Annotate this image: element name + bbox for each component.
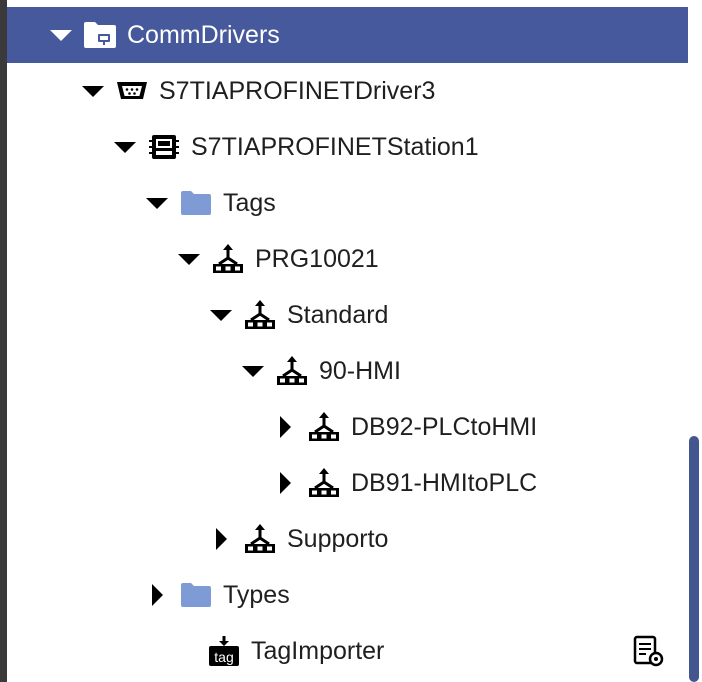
tree-item-tagimporter[interactable]: tag TagImporter xyxy=(7,623,688,679)
folder-icon xyxy=(179,186,213,220)
tree-item-label: Standard xyxy=(287,300,389,329)
tree-item-label: S7TIAPROFINETDriver3 xyxy=(159,76,436,105)
expand-toggle[interactable] xyxy=(175,245,203,273)
tree-item-commdrivers[interactable]: CommDrivers xyxy=(7,7,688,63)
network-tree-icon xyxy=(243,298,277,332)
tree-item-driver[interactable]: S7TIAPROFINETDriver3 xyxy=(7,63,688,119)
caret-down-icon xyxy=(146,198,168,209)
tree-item-station[interactable]: S7TIAPROFINETStation1 xyxy=(7,119,688,175)
tree-item-label: S7TIAPROFINETStation1 xyxy=(191,132,479,161)
tree-item-90-hmi[interactable]: 90-HMI xyxy=(7,343,688,399)
network-tree-icon xyxy=(307,410,341,444)
tree-item-label: 90-HMI xyxy=(319,356,401,385)
serial-port-icon xyxy=(115,74,149,108)
vertical-scrollbar[interactable] xyxy=(688,0,702,682)
tree-item-types[interactable]: Types xyxy=(7,567,688,623)
caret-down-icon xyxy=(242,366,264,377)
scrollbar-thumb[interactable] xyxy=(689,436,699,682)
tag-badge-text: tag xyxy=(214,649,233,665)
network-tree-icon xyxy=(243,522,277,556)
caret-right-icon xyxy=(216,528,227,550)
tree-item-label: DB92-PLCtoHMI xyxy=(351,412,538,441)
caret-down-icon xyxy=(114,142,136,153)
expand-toggle[interactable] xyxy=(271,413,299,441)
tree-item-label: Tags xyxy=(223,188,276,217)
expand-toggle[interactable] xyxy=(271,469,299,497)
caret-right-icon xyxy=(152,584,163,606)
tree-item-label: TagImporter xyxy=(251,636,385,665)
network-tree-icon xyxy=(211,242,245,276)
panel-left-border xyxy=(0,0,7,682)
tree-item-label: PRG10021 xyxy=(255,244,379,273)
expand-toggle[interactable] xyxy=(47,21,75,49)
caret-right-icon xyxy=(280,416,291,438)
expand-toggle[interactable] xyxy=(207,301,235,329)
caret-down-icon xyxy=(50,30,72,41)
caret-right-icon xyxy=(280,472,291,494)
tree-item-db92[interactable]: DB92-PLCtoHMI xyxy=(7,399,688,455)
document-settings-icon[interactable] xyxy=(632,635,664,667)
expand-toggle[interactable] xyxy=(239,357,267,385)
no-toggle-spacer xyxy=(171,637,199,665)
expand-toggle[interactable] xyxy=(207,525,235,553)
tree-item-standard[interactable]: Standard xyxy=(7,287,688,343)
tag-importer-icon: tag xyxy=(207,634,241,668)
tree-item-db91[interactable]: DB91-HMItoPLC xyxy=(7,455,688,511)
expand-toggle[interactable] xyxy=(143,189,171,217)
network-tree-icon xyxy=(307,466,341,500)
folder-icon xyxy=(179,578,213,612)
expand-toggle[interactable] xyxy=(143,581,171,609)
tree-item-prg10021[interactable]: PRG10021 xyxy=(7,231,688,287)
tree-item-supporto[interactable]: Supporto xyxy=(7,511,688,567)
tree-item-label: CommDrivers xyxy=(127,20,280,49)
tree-item-label: Types xyxy=(223,580,290,609)
tree-item-tags[interactable]: Tags xyxy=(7,175,688,231)
network-tree-icon xyxy=(275,354,309,388)
plc-station-icon xyxy=(147,130,181,164)
tree-item-label: Supporto xyxy=(287,524,389,553)
folder-network-icon xyxy=(83,18,117,52)
expand-toggle[interactable] xyxy=(79,77,107,105)
expand-toggle[interactable] xyxy=(111,133,139,161)
tree-item-label: DB91-HMItoPLC xyxy=(351,468,538,497)
caret-down-icon xyxy=(178,254,200,265)
caret-down-icon xyxy=(82,86,104,97)
caret-down-icon xyxy=(210,310,232,321)
tree-view: CommDrivers S7TIAPROFINETDriver3 S7TIAPR… xyxy=(7,0,688,682)
